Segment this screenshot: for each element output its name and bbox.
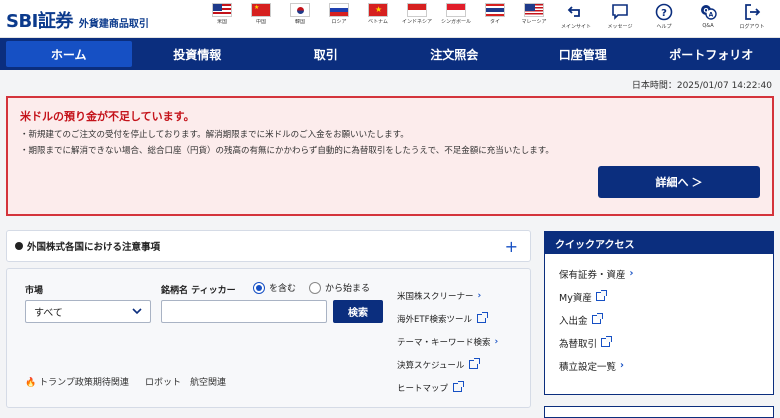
nav-investment-info[interactable]: 投資情報 bbox=[135, 41, 261, 67]
market-select[interactable]: すべて bbox=[25, 300, 151, 323]
svg-text:?: ? bbox=[661, 8, 667, 19]
ticker-label: 銘柄名 ティッカー bbox=[161, 286, 236, 296]
chevron-right-icon: › bbox=[477, 290, 482, 301]
flag-my-icon bbox=[524, 3, 544, 17]
utility-links: メインサイト メッセージ ? ヘルプ QA Q&A ログアウト bbox=[554, 2, 774, 30]
alert-title: 米ドルの預り金が不足しています。 bbox=[20, 110, 195, 123]
flag-th-icon bbox=[485, 3, 505, 17]
link-earnings-schedule[interactable]: 決算スケジュール bbox=[397, 353, 498, 376]
ticker-input[interactable] bbox=[161, 300, 327, 323]
search-button[interactable]: 検索 bbox=[333, 300, 383, 323]
country-notice-panel[interactable]: 外国株式各国における注意事項 + bbox=[6, 230, 531, 262]
chevron-right-icon: › bbox=[620, 360, 624, 371]
radio-selected-icon bbox=[253, 281, 265, 294]
external-link-icon bbox=[476, 312, 488, 323]
svg-text:A: A bbox=[709, 12, 714, 19]
quick-access-list: 保有証券・資産 › My資産 入出金 為替取引 積立設定一覧 › bbox=[545, 254, 773, 377]
flag-id[interactable]: インドネシア bbox=[401, 3, 433, 25]
logo-main: SBI証券 bbox=[6, 11, 73, 32]
chevron-right-icon: › bbox=[629, 268, 634, 279]
stock-search-panel: 市場 すべて 銘柄名 ティッカー を含む から始まる 検索 🔥 トランプ政策期待… bbox=[6, 268, 531, 408]
external-link-icon bbox=[469, 358, 481, 369]
qa-icon: QA bbox=[701, 5, 717, 20]
fire-bullet-icon bbox=[15, 242, 23, 250]
flag-us[interactable]: 米国 bbox=[206, 3, 238, 25]
japan-time: 日本時間：2025/01/07 14:22:40 bbox=[631, 81, 772, 91]
flag-my[interactable]: マレーシア bbox=[518, 3, 550, 25]
nav-trade[interactable]: 取引 bbox=[263, 41, 389, 67]
quick-my-assets[interactable]: My資産 bbox=[559, 285, 773, 308]
alert-line-2: ・期限までに解消できない場合、総合口座（円貨）の残高の有無にかかわらず自動的に為… bbox=[20, 146, 554, 156]
market-label: 市場 bbox=[25, 286, 44, 296]
link-heatmap[interactable]: ヒートマップ bbox=[397, 376, 498, 399]
flag-cn-icon: ★ bbox=[251, 3, 271, 17]
quick-fx[interactable]: 為替取引 bbox=[559, 331, 773, 354]
flag-kr-icon bbox=[290, 3, 310, 17]
nav-order-inquiry[interactable]: 注文照会 bbox=[392, 41, 518, 67]
message-icon bbox=[612, 4, 628, 20]
alert-line-1: ・新規建てのご注文の受付を停止しております。解消期限までに米ドルのご入金をお願い… bbox=[20, 130, 409, 140]
link-etf-search[interactable]: 海外ETF検索ツール bbox=[397, 307, 498, 330]
logo-subtitle: 外貨建商品取引 bbox=[78, 19, 149, 30]
flag-ru[interactable]: ロシア bbox=[323, 3, 355, 25]
external-link-icon bbox=[601, 336, 613, 347]
link-us-screener[interactable]: 米国株スクリーナー › bbox=[397, 284, 498, 307]
flag-cn[interactable]: ★ 中国 bbox=[245, 3, 277, 25]
secondary-panel bbox=[544, 406, 774, 418]
nav-portfolio[interactable]: ポートフォリオ bbox=[649, 41, 775, 67]
radio-unselected-icon bbox=[309, 281, 321, 294]
expand-icon[interactable]: + bbox=[505, 237, 518, 256]
message-link[interactable]: メッセージ bbox=[598, 2, 642, 30]
flag-sg[interactable]: シンガポール bbox=[440, 3, 472, 25]
help-link[interactable]: ? ヘルプ bbox=[642, 2, 686, 30]
search-tools-links: 米国株スクリーナー › 海外ETF検索ツール テーマ・キーワード検索 › 決算スケジ… bbox=[397, 284, 498, 399]
quick-recurring[interactable]: 積立設定一覧 › bbox=[559, 354, 773, 377]
alert-box: 米ドルの預り金が不足しています。 ・新規建てのご注文の受付を停止しております。解… bbox=[6, 96, 774, 216]
return-icon bbox=[567, 6, 580, 17]
main-column: 外国株式各国における注意事項 + 市場 すべて 銘柄名 ティッカー を含む から… bbox=[6, 230, 531, 408]
main-nav: ホーム 投資情報 取引 注文照会 口座管理 ポートフォリオ bbox=[0, 38, 780, 70]
external-link-icon bbox=[595, 290, 607, 301]
flag-th[interactable]: タイ bbox=[479, 3, 511, 25]
quick-holdings[interactable]: 保有証券・資産 › bbox=[559, 262, 773, 285]
tag-aviation[interactable]: 航空関連 bbox=[190, 375, 226, 388]
details-button[interactable]: 詳細へ ＞ bbox=[598, 166, 760, 198]
flag-vn[interactable]: ★ ベトナム bbox=[362, 3, 394, 25]
qa-link[interactable]: QA Q&A bbox=[686, 2, 730, 30]
external-link-icon bbox=[591, 313, 603, 324]
flag-vn-icon: ★ bbox=[368, 3, 388, 17]
notice-title: 外国株式各国における注意事項 bbox=[27, 242, 161, 253]
flag-ru-icon bbox=[329, 3, 349, 17]
logout-icon bbox=[745, 4, 761, 20]
quick-access-title: クイックアクセス bbox=[545, 232, 773, 254]
flag-id-icon bbox=[407, 3, 427, 17]
nav-account[interactable]: 口座管理 bbox=[520, 41, 646, 67]
chevron-right-icon: › bbox=[494, 336, 499, 347]
main-site-link[interactable]: メインサイト bbox=[554, 2, 598, 30]
tag-trump[interactable]: 🔥 トランプ政策期待関連 bbox=[25, 375, 129, 388]
fire-icon: 🔥 bbox=[25, 378, 37, 388]
help-icon: ? bbox=[655, 3, 673, 21]
nav-home[interactable]: ホーム bbox=[6, 41, 132, 67]
link-theme-search[interactable]: テーマ・キーワード検索 › bbox=[397, 330, 498, 353]
quick-access-panel: クイックアクセス 保有証券・資産 › My資産 入出金 為替取引 積立設定一覧 › bbox=[544, 231, 774, 395]
external-link-icon bbox=[453, 381, 465, 392]
flag-us-icon bbox=[212, 3, 232, 17]
tag-robot[interactable]: ロボット bbox=[145, 375, 181, 388]
top-header: SBI証券 外貨建商品取引 米国 ★ 中国 韓国 ロシア ★ ベトナム インドネ… bbox=[0, 0, 780, 38]
logout-link[interactable]: ログアウト bbox=[730, 2, 774, 30]
radio-contains[interactable]: を含む bbox=[253, 281, 296, 294]
radio-starts-with[interactable]: から始まる bbox=[309, 281, 370, 294]
quick-deposit[interactable]: 入出金 bbox=[559, 308, 773, 331]
flag-sg-icon bbox=[446, 3, 466, 17]
logo[interactable]: SBI証券 外貨建商品取引 bbox=[6, 7, 149, 33]
country-flags: 米国 ★ 中国 韓国 ロシア ★ ベトナム インドネシア シンガポール タイ マ… bbox=[206, 3, 557, 25]
chevron-down-icon bbox=[132, 308, 142, 315]
flag-kr[interactable]: 韓国 bbox=[284, 3, 316, 25]
